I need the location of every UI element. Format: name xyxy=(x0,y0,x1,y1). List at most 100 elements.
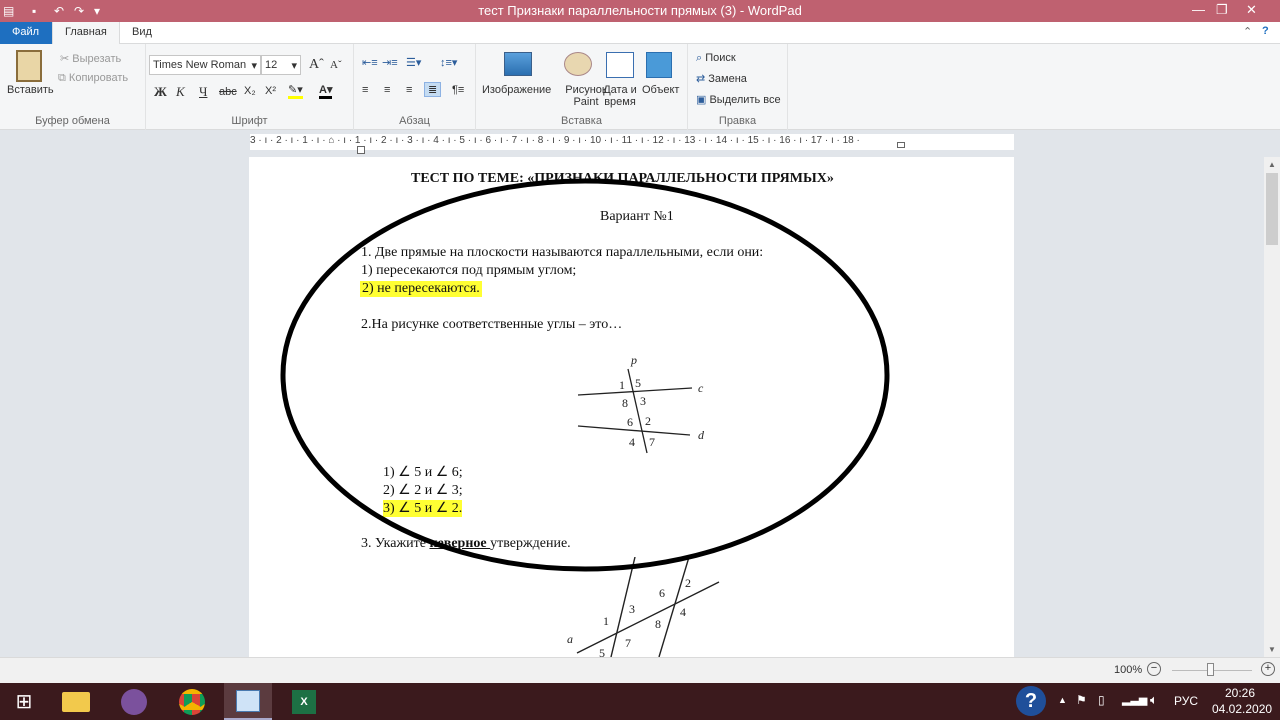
paragraph-settings-icon[interactable]: ¶≡ xyxy=(452,84,464,96)
font-group: Times New Roman ▾ 12 ▾ Aˆ Aˇ Ж К Ч abc X₂ … xyxy=(146,44,354,130)
subscript-button[interactable]: X₂ xyxy=(244,85,256,97)
zoom-level: 100% xyxy=(1114,664,1143,676)
highlight-icon[interactable]: ✎▾ xyxy=(288,83,303,99)
copy-label: Копировать xyxy=(68,72,129,84)
increase-indent-icon[interactable]: ⇥≡ xyxy=(382,56,398,69)
help-icon[interactable]: ? xyxy=(1262,25,1269,37)
clock-time[interactable]: 20:26 xyxy=(1225,686,1255,700)
insert-image-button[interactable]: Изображение xyxy=(482,84,551,96)
clock-date[interactable]: 04.02.2020 xyxy=(1212,702,1272,716)
font-family-value: Times New Roman xyxy=(153,59,247,71)
clipboard-group-label: Буфер обмена xyxy=(35,115,110,127)
taskbar-wordpad[interactable] xyxy=(224,683,272,720)
bold-button[interactable]: Ж xyxy=(154,84,167,100)
tab-file[interactable]: Файл xyxy=(0,22,52,44)
tab-view[interactable]: Вид xyxy=(120,22,164,44)
font-size-value: 12 xyxy=(265,59,278,71)
select-all-button[interactable]: ▣ Выделить все xyxy=(696,93,781,106)
folder-icon xyxy=(62,691,90,712)
insert-group: Изображение Рисунок Paint Дата и время О… xyxy=(476,44,688,130)
volume-icon[interactable]: 🔈︎ xyxy=(1150,692,1158,708)
insert-group-label: Вставка xyxy=(561,115,602,127)
scroll-up-icon[interactable]: ▲ xyxy=(1268,160,1276,169)
justify-icon[interactable]: ≣ xyxy=(424,82,442,97)
title-bar: ▤ ▪ ↶ ↷ ▾ тест Признаки параллельности п… xyxy=(0,0,1280,22)
insert-object-button[interactable]: Объект xyxy=(642,84,679,96)
left-indent-marker[interactable] xyxy=(357,146,365,154)
cut-label: Вырезать xyxy=(72,53,122,65)
align-right-icon[interactable]: ≡ xyxy=(406,84,412,96)
collapse-ribbon-icon[interactable]: ⌃ xyxy=(1243,25,1252,38)
start-button[interactable]: ⊞ xyxy=(0,683,48,720)
scroll-down-icon[interactable]: ▼ xyxy=(1268,645,1276,654)
vertical-scrollbar[interactable]: ▲ ▼ xyxy=(1264,157,1280,657)
calendar-icon xyxy=(606,52,634,78)
window-title: тест Признаки параллельности прямых (3) … xyxy=(478,3,802,18)
right-indent-marker[interactable] xyxy=(897,142,905,148)
taskbar-viber[interactable] xyxy=(110,683,158,720)
zoom-out-button[interactable]: − xyxy=(1147,662,1161,676)
align-left-icon[interactable]: ≡ xyxy=(362,84,368,96)
find-button[interactable]: ⌕ Поиск xyxy=(696,52,736,65)
help-tray-icon[interactable]: ? xyxy=(1016,686,1046,716)
zoom-in-button[interactable]: + xyxy=(1261,662,1275,676)
replace-icon: ⇄ xyxy=(696,73,706,85)
chrome-icon xyxy=(179,688,205,715)
viber-icon xyxy=(121,688,147,715)
italic-button[interactable]: К xyxy=(176,84,185,100)
copy-button[interactable]: ⧉ Копировать xyxy=(58,72,128,85)
editing-group-label: Правка xyxy=(718,115,757,127)
select-all-icon: ▣ xyxy=(696,94,707,106)
clipboard-group: Вставить ✂ Вырезать ⧉ Копировать Буфер о… xyxy=(0,44,146,130)
font-group-label: Шрифт xyxy=(231,115,268,127)
close-button[interactable]: ✕ xyxy=(1246,2,1257,18)
scroll-thumb[interactable] xyxy=(1266,173,1278,245)
decrease-indent-icon[interactable]: ⇤≡ xyxy=(362,56,378,69)
signal-icon[interactable]: ▂▃▅ xyxy=(1122,693,1147,706)
action-center-icon[interactable]: ⚑ xyxy=(1076,693,1087,707)
battery-icon[interactable]: ▯ xyxy=(1098,693,1105,707)
align-center-icon[interactable]: ≡ xyxy=(384,84,390,96)
show-hidden-icons[interactable]: ▲ xyxy=(1058,695,1067,705)
paragraph-group: ⇤≡ ⇥≡ ☰▾ ↕≡▾ ≡ ≡ ≡ ≣ ¶≡ Абзац xyxy=(354,44,476,130)
paint-icon xyxy=(564,52,592,76)
select-all-label: Выделить все xyxy=(709,94,781,106)
shrink-font-icon[interactable]: Aˇ xyxy=(330,59,342,71)
status-bar: 100% − + xyxy=(0,657,1280,683)
object-icon xyxy=(646,52,672,78)
maximize-button[interactable]: ❐ xyxy=(1216,2,1228,18)
minimize-button[interactable]: — xyxy=(1192,2,1205,17)
zoom-slider-thumb[interactable] xyxy=(1207,663,1214,676)
replace-label: Замена xyxy=(708,73,747,85)
font-size-select[interactable]: 12 ▾ xyxy=(261,55,301,75)
find-icon: ⌕ xyxy=(696,52,703,64)
taskbar-excel[interactable]: X xyxy=(280,683,328,720)
taskbar-file-explorer[interactable] xyxy=(52,683,100,720)
ruler-ticks: 3 · ı · 2 · ı · 1 · ı · ⌂ · ı · 1 · ı · … xyxy=(250,135,860,146)
paragraph-group-label: Абзац xyxy=(399,115,430,127)
taskbar-chrome[interactable] xyxy=(168,683,216,720)
font-family-select[interactable]: Times New Roman ▾ xyxy=(149,55,261,75)
font-color-icon[interactable]: A▾ xyxy=(319,83,333,99)
list-icon[interactable]: ☰▾ xyxy=(406,56,421,69)
date-time-button[interactable]: Дата и время xyxy=(600,84,640,108)
ribbon-tabs: Файл Главная Вид ⌃ ? xyxy=(0,22,1280,44)
ribbon: Вставить ✂ Вырезать ⧉ Копировать Буфер о… xyxy=(0,44,1280,130)
document-page[interactable]: ТЕСТ ПО ТЕМЕ: «ПРИЗНАКИ ПАРАЛЛЕЛЬНОСТИ П… xyxy=(249,157,1014,657)
line-spacing-icon[interactable]: ↕≡▾ xyxy=(440,56,457,69)
paste-button[interactable]: Вставить xyxy=(7,84,54,96)
editing-group: ⌕ Поиск ⇄ Замена ▣ Выделить все Правка xyxy=(688,44,788,130)
superscript-button[interactable]: X² xyxy=(265,85,276,97)
paste-icon xyxy=(16,50,42,82)
underline-button[interactable]: Ч xyxy=(199,84,207,100)
strikethrough-button[interactable]: abc xyxy=(219,86,237,98)
grow-font-icon[interactable]: Aˆ xyxy=(309,57,324,73)
language-indicator[interactable]: РУС xyxy=(1174,694,1198,708)
hand-drawn-ellipse xyxy=(280,178,890,572)
image-icon xyxy=(504,52,532,76)
replace-button[interactable]: ⇄ Замена xyxy=(696,72,747,85)
wordpad-icon xyxy=(236,689,260,712)
cut-button[interactable]: ✂ Вырезать xyxy=(60,52,121,65)
tab-home[interactable]: Главная xyxy=(52,22,120,44)
find-label: Поиск xyxy=(705,52,736,64)
